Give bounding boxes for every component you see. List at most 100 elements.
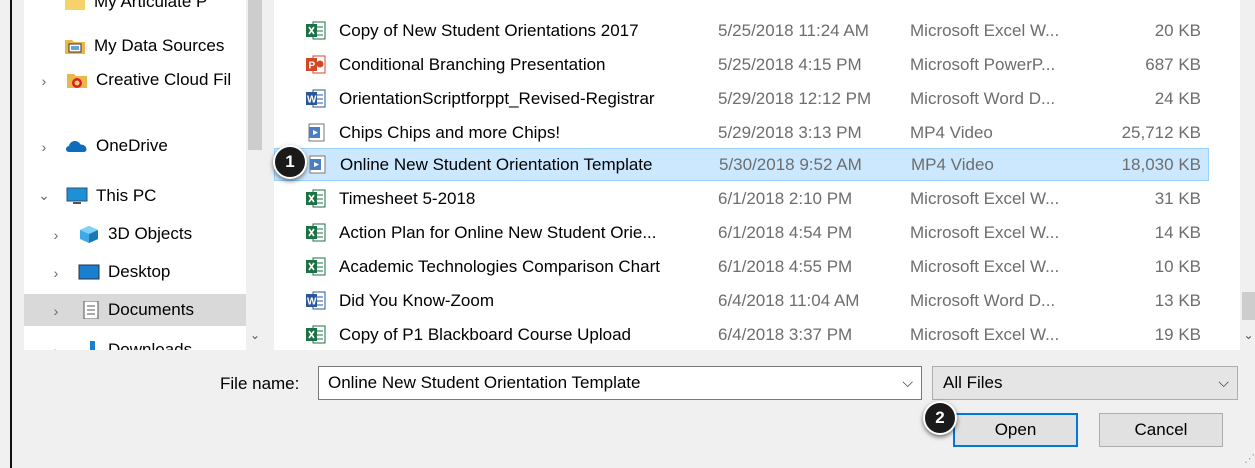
svg-text:W: W xyxy=(307,95,317,106)
file-type: MP4 Video xyxy=(910,123,993,142)
file-name: Chips Chips and more Chips! xyxy=(339,123,561,142)
file-type-value: All Files xyxy=(943,373,1003,392)
file-type: Microsoft PowerP... xyxy=(910,55,1056,74)
file-type: Microsoft Word D... xyxy=(910,291,1056,310)
file-type: Microsoft Excel W... xyxy=(910,223,1060,242)
file-row-selected[interactable]: Online New Student Orientation Template … xyxy=(274,148,1209,181)
file-type: Microsoft Excel W... xyxy=(910,325,1060,344)
computer-icon xyxy=(66,187,88,204)
file-size: 24 KB xyxy=(1154,89,1201,108)
file-date: 5/25/2018 11:24 AM xyxy=(718,21,869,40)
downloads-icon xyxy=(90,341,95,350)
nav-item-label: Downloads xyxy=(108,340,193,350)
file-name: Conditional Branching Presentation xyxy=(339,55,606,74)
file-name-label: File name: xyxy=(220,374,300,393)
nav-item-label: My Data Sources xyxy=(94,36,225,55)
file-name: Copy of New Student Orientations 2017 xyxy=(339,21,639,40)
nav-item-3d-objects[interactable]: › 3D Objects xyxy=(24,218,246,250)
file-row[interactable]: P Conditional Branching Presentation 5/2… xyxy=(274,48,1209,81)
file-type: Microsoft Excel W... xyxy=(910,257,1060,276)
file-name-input[interactable] xyxy=(319,367,889,399)
file-size: 13 KB xyxy=(1154,291,1201,310)
file-row[interactable]: W Did You Know-Zoom 6/4/2018 11:04 AM Mi… xyxy=(274,284,1209,317)
file-size: 19 KB xyxy=(1154,325,1201,344)
nav-item-this-pc[interactable]: ⌄ This PC xyxy=(24,180,246,212)
data-sources-icon xyxy=(65,40,85,54)
step-callout-1: 1 xyxy=(273,145,307,179)
nav-item-label: Creative Cloud Fil xyxy=(96,70,232,89)
nav-item-downloads[interactable]: › Downloads xyxy=(24,334,246,350)
file-date: 6/4/2018 3:37 PM xyxy=(718,325,853,344)
file-row[interactable]: Academic Technologies Comparison Chart 6… xyxy=(274,250,1209,283)
documents-icon xyxy=(83,301,99,319)
nav-item-creative-cloud[interactable]: › Creative Cloud Fil xyxy=(24,64,246,96)
file-name-combobox[interactable]: ⌵ xyxy=(318,366,922,400)
file-name: Online New Student Orientation Template xyxy=(340,155,653,174)
open-button[interactable]: Open xyxy=(953,413,1078,447)
file-row[interactable]: Timesheet 5-2018 6/1/2018 2:10 PM Micros… xyxy=(274,182,1209,215)
excel-icon xyxy=(306,189,326,208)
file-date: 6/4/2018 11:04 AM xyxy=(718,291,860,310)
file-row[interactable]: W OrientationScriptforppt_Revised-Regist… xyxy=(274,82,1209,115)
chevron-right-icon[interactable]: › xyxy=(36,139,52,155)
chevron-down-icon[interactable]: ⌵ xyxy=(1218,374,1229,391)
file-size: 14 KB xyxy=(1154,223,1201,242)
file-size: 25,712 KB xyxy=(1121,123,1201,142)
file-type: Microsoft Excel W... xyxy=(910,21,1060,40)
file-name: Copy of P1 Blackboard Course Upload xyxy=(339,325,631,344)
nav-item-label: Desktop xyxy=(108,262,171,281)
step-callout-2: 2 xyxy=(923,401,957,435)
file-row[interactable]: Copy of P1 Blackboard Course Upload 6/4/… xyxy=(274,318,1209,350)
open-file-dialog: My Articulate P My Data Sources › Creati… xyxy=(10,0,1255,468)
chevron-down-icon[interactable]: ⌵ xyxy=(902,374,913,391)
file-type-select[interactable]: All Files ⌵ xyxy=(932,366,1238,400)
onedrive-icon xyxy=(66,141,87,152)
cancel-button[interactable]: Cancel xyxy=(1099,413,1223,447)
svg-text:W: W xyxy=(307,297,317,308)
file-date: 5/29/2018 3:13 PM xyxy=(718,123,862,142)
video-icon xyxy=(309,155,326,174)
nav-item-label: My Articulate P xyxy=(94,0,208,11)
file-row[interactable]: Chips Chips and more Chips! 5/29/2018 3:… xyxy=(274,116,1209,149)
nav-scrollbar-thumb[interactable] xyxy=(248,0,262,150)
file-list-scrollbar-thumb[interactable] xyxy=(1242,292,1255,320)
nav-item-onedrive[interactable]: › OneDrive xyxy=(24,130,246,162)
nav-item-my-data-sources[interactable]: My Data Sources xyxy=(24,30,246,62)
folder-icon xyxy=(65,0,85,10)
list-scroll-down-icon[interactable]: ⌄ xyxy=(1242,328,1255,342)
file-size: 18,030 KB xyxy=(1121,155,1201,174)
file-date: 6/1/2018 4:54 PM xyxy=(718,223,853,242)
creative-cloud-icon xyxy=(67,74,87,88)
excel-icon xyxy=(306,21,326,40)
excel-icon xyxy=(306,325,326,344)
file-row[interactable]: Action Plan for Online New Student Orie.… xyxy=(274,216,1209,249)
chevron-right-icon[interactable]: › xyxy=(36,73,52,89)
chevron-down-icon[interactable]: ⌄ xyxy=(36,187,52,204)
nav-scroll-down-icon[interactable]: ⌄ xyxy=(248,328,262,342)
nav-item-documents[interactable]: › Documents xyxy=(24,294,246,326)
chevron-right-icon[interactable]: › xyxy=(48,343,64,350)
file-name: Did You Know-Zoom xyxy=(339,291,494,310)
file-size: 20 KB xyxy=(1154,21,1201,40)
nav-item-label: 3D Objects xyxy=(108,224,193,243)
navigation-pane: My Articulate P My Data Sources › Creati… xyxy=(24,0,256,350)
file-name: Action Plan for Online New Student Orie.… xyxy=(339,223,657,242)
file-size: 31 KB xyxy=(1154,189,1201,208)
nav-item-label: OneDrive xyxy=(96,136,168,155)
nav-item-desktop[interactable]: › Desktop xyxy=(24,256,246,288)
resize-grip-icon[interactable]: ⋰ xyxy=(1244,452,1255,465)
video-icon xyxy=(308,123,325,142)
excel-icon xyxy=(306,223,326,242)
powerpoint-icon: P xyxy=(306,55,326,74)
file-type: Microsoft Excel W... xyxy=(910,189,1060,208)
chevron-right-icon[interactable]: › xyxy=(48,303,64,319)
file-row[interactable]: Copy of New Student Orientations 2017 5/… xyxy=(274,14,1209,47)
nav-item-my-articulate[interactable]: My Articulate P xyxy=(24,0,246,18)
chevron-right-icon[interactable]: › xyxy=(48,227,64,243)
file-name: Timesheet 5-2018 xyxy=(339,189,476,208)
nav-item-label: This PC xyxy=(96,186,157,205)
file-name: Academic Technologies Comparison Chart xyxy=(339,257,660,276)
nav-item-label: Documents xyxy=(108,300,194,319)
chevron-right-icon[interactable]: › xyxy=(48,265,64,281)
file-type: Microsoft Word D... xyxy=(910,89,1056,108)
